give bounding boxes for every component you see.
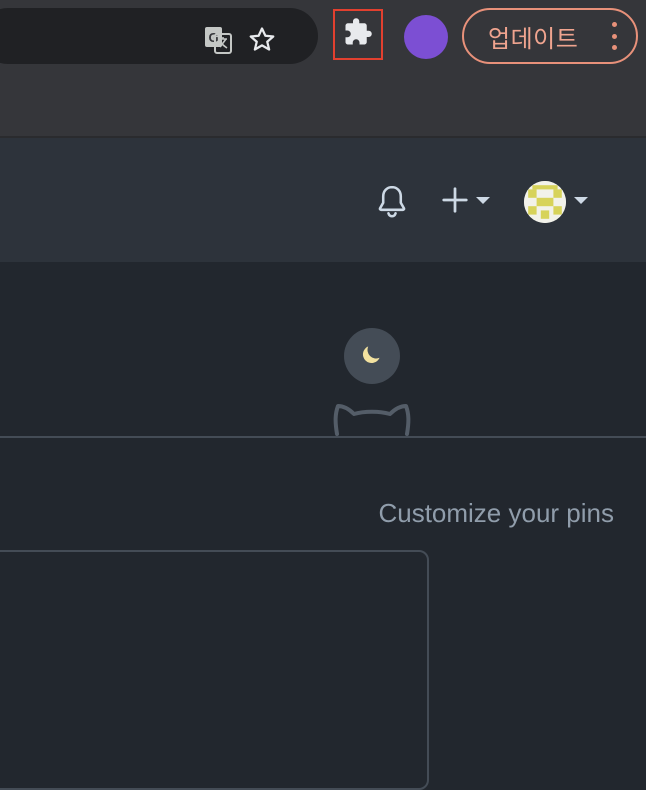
more-vert-icon[interactable]: [610, 22, 618, 50]
plus-icon: [440, 185, 470, 220]
create-new-dropdown[interactable]: [440, 184, 498, 220]
update-button[interactable]: 업데이트: [462, 8, 638, 64]
update-label: 업데이트: [488, 25, 579, 53]
bookmarks-bar: [0, 72, 646, 138]
translate-icon[interactable]: G: [202, 24, 234, 56]
browser-toolbar: G 업데이트: [0, 0, 646, 72]
extensions-button[interactable]: [333, 9, 383, 60]
star-icon[interactable]: [246, 24, 278, 56]
caret-down-icon: [474, 193, 492, 211]
caret-down-icon: [572, 193, 590, 211]
bell-icon[interactable]: [374, 182, 410, 222]
user-menu[interactable]: [524, 180, 594, 224]
octocat-ears-icon: [332, 400, 412, 436]
pins-panel: [0, 550, 429, 790]
moon-icon: [359, 341, 385, 372]
section-divider: [0, 436, 646, 438]
pins-heading: Customize your pins: [378, 498, 614, 528]
svg-text:G: G: [208, 30, 218, 45]
puzzle-icon: [343, 17, 373, 52]
avatar: [524, 181, 566, 223]
theme-toggle[interactable]: [344, 328, 400, 384]
address-bar[interactable]: G: [0, 8, 318, 64]
profile-avatar[interactable]: [404, 15, 448, 59]
